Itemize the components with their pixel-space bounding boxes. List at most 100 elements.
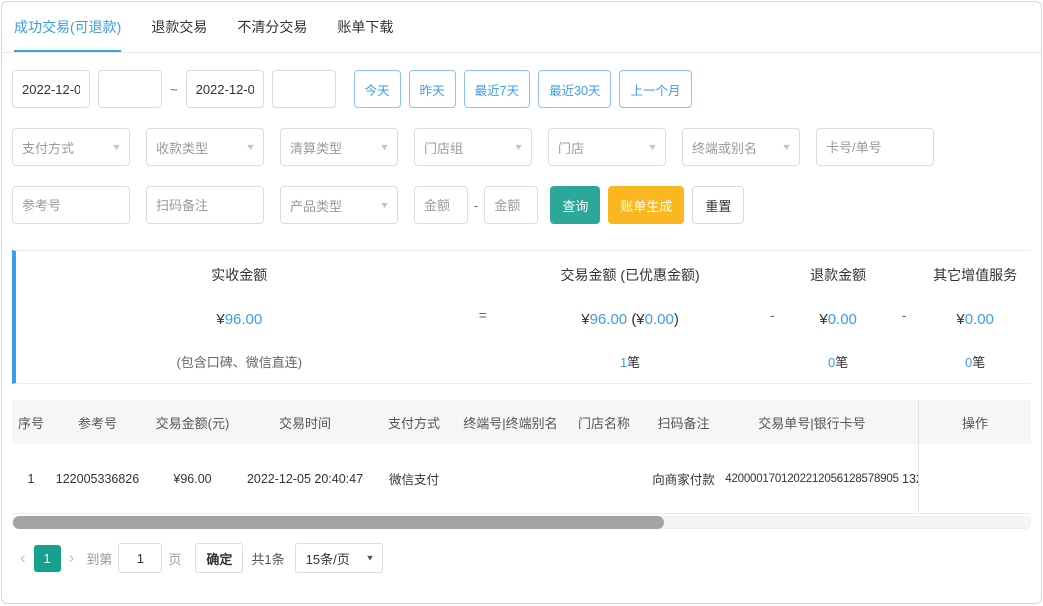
col-operation: 操作	[919, 400, 1031, 444]
chevron-left-icon[interactable]: ‹	[14, 548, 32, 568]
horizontal-scrollbar-track[interactable]	[12, 516, 1031, 529]
product-type-select[interactable]: 产品类型 ▼	[280, 186, 398, 224]
settlement-type-label: 清算类型	[290, 138, 342, 157]
table-row[interactable]: 1 122005336826 ¥96.00 2022-12-05 20:40:4…	[12, 444, 1031, 514]
start-date-input[interactable]	[12, 70, 90, 108]
reset-button[interactable]: 重置	[692, 186, 744, 224]
trade-amount-value: ¥96.00 (¥0.00)	[581, 311, 679, 328]
trade-count-unit: 笔	[627, 355, 640, 370]
store-label: 门店	[558, 138, 584, 157]
goto-page-label: 到第	[86, 549, 112, 568]
cell-reference: 122005336826	[50, 472, 145, 486]
trade-amount-label: 交易金额 (已优惠金额)	[560, 265, 699, 285]
transaction-query-page: 成功交易(可退款) 退款交易 不清分交易 账单下载 ~ 今天 昨天 最近7天 最…	[1, 1, 1042, 604]
discount-close: )	[674, 311, 679, 328]
receipt-type-label: 收款类型	[156, 138, 208, 157]
col-scan-note: 扫码备注	[645, 413, 722, 432]
cell-operation	[919, 444, 1031, 514]
tab-bar: 成功交易(可退款) 退款交易 不清分交易 账单下载	[2, 2, 1041, 53]
caret-down-icon: ▼	[365, 554, 375, 563]
tab-unsettled-transactions[interactable]: 不清分交易	[237, 17, 307, 52]
page-size-select[interactable]: 15条/页 ▼	[295, 543, 383, 573]
refund-amount-value: ¥0.00	[819, 311, 857, 328]
minus-sign: -	[889, 305, 919, 325]
receipt-type-select[interactable]: 收款类型 ▼	[146, 128, 264, 166]
col-store-name: 门店名称	[563, 413, 645, 432]
start-time-input[interactable]	[98, 70, 162, 108]
quick-last7days-button[interactable]: 最近7天	[464, 70, 530, 108]
transactions-table: 序号 参考号 交易金额(元) 交易时间 支付方式 终端号|终端别名 门店名称 扫…	[12, 400, 1031, 514]
chevron-right-icon[interactable]: ›	[63, 548, 81, 568]
tab-refund-transactions[interactable]: 退款交易	[151, 17, 207, 52]
trade-count: 1笔	[620, 352, 640, 371]
confirm-page-button[interactable]: 确定	[195, 543, 243, 573]
amount-min-input[interactable]	[414, 186, 468, 224]
quick-date-buttons: 今天 昨天 最近7天 最近30天 上一个月	[354, 70, 692, 108]
refund-count: 0笔	[828, 352, 848, 371]
other-services-number: 0.00	[965, 311, 994, 328]
equals-sign: =	[463, 305, 504, 325]
trade-amount-number: 96.00	[590, 311, 628, 328]
terminal-alias-select[interactable]: 终端或别名 ▼	[682, 128, 800, 166]
reference-number-input[interactable]	[12, 186, 130, 224]
current-page-button[interactable]: 1	[34, 545, 61, 572]
filter-row-dates: ~ 今天 昨天 最近7天 最近30天 上一个月	[12, 70, 1031, 108]
caret-down-icon: ▼	[245, 142, 256, 152]
discount-number: 0.00	[645, 311, 674, 328]
other-services-label: 其它增值服务	[933, 265, 1017, 285]
cell-transaction-no: 4200001701202212056128578905	[722, 473, 902, 485]
refund-amount-label: 退款金额	[810, 265, 866, 285]
payment-method-label: 支付方式	[22, 138, 74, 157]
discount-open: (¥	[631, 311, 644, 328]
goto-page-input[interactable]	[118, 543, 162, 573]
caret-down-icon: ▼	[781, 142, 792, 152]
currency-symbol: ¥	[581, 311, 589, 328]
amount-max-input[interactable]	[484, 186, 538, 224]
received-amount-number: 96.00	[225, 311, 263, 328]
col-index: 序号	[12, 413, 50, 432]
col-reference: 参考号	[50, 413, 145, 432]
end-date-input[interactable]	[186, 70, 264, 108]
store-group-label: 门店组	[424, 138, 463, 157]
query-button[interactable]: 查询	[550, 186, 600, 224]
store-group-select[interactable]: 门店组 ▼	[414, 128, 532, 166]
settlement-type-select[interactable]: 清算类型 ▼	[280, 128, 398, 166]
cell-scan-note: 向商家付款	[645, 469, 722, 488]
col-payment-method: 支付方式	[370, 413, 458, 432]
page-unit-label: 页	[168, 549, 181, 568]
quick-lastmonth-button[interactable]: 上一个月	[619, 70, 691, 108]
tab-success-transactions[interactable]: 成功交易(可退款)	[14, 17, 121, 52]
other-services-count: 0笔	[965, 352, 985, 371]
store-select[interactable]: 门店 ▼	[548, 128, 666, 166]
received-amount-note: (包含口碑、微信直连)	[176, 352, 302, 371]
minus-sign: -	[757, 305, 787, 325]
currency-symbol: ¥	[956, 311, 964, 328]
product-type-label: 产品类型	[290, 196, 342, 215]
date-range-separator: ~	[170, 82, 178, 97]
col-terminal: 终端号|终端别名	[458, 413, 563, 432]
quick-today-button[interactable]: 今天	[354, 70, 401, 108]
received-amount-value: ¥96.00	[216, 311, 262, 328]
quick-yesterday-button[interactable]: 昨天	[409, 70, 456, 108]
col-amount: 交易金额(元)	[145, 413, 240, 432]
payment-method-select[interactable]: 支付方式 ▼	[12, 128, 130, 166]
horizontal-scrollbar-thumb[interactable]	[13, 516, 664, 529]
total-count-label: 共1条	[251, 549, 284, 568]
summary-other: 其它增值服务 ¥0.00 0笔	[919, 265, 1031, 371]
amount-range-separator: -	[474, 198, 478, 213]
refund-amount-number: 0.00	[828, 311, 857, 328]
scan-note-input[interactable]	[146, 186, 264, 224]
terminal-alias-label: 终端或别名	[692, 138, 757, 157]
end-time-input[interactable]	[272, 70, 336, 108]
tab-bill-download[interactable]: 账单下载	[337, 17, 393, 52]
caret-down-icon: ▼	[647, 142, 658, 152]
filter-panel: ~ 今天 昨天 最近7天 最近30天 上一个月 支付方式 ▼ 收款类型 ▼ 清算…	[2, 53, 1041, 224]
other-count-unit: 笔	[972, 355, 985, 370]
card-number-input[interactable]	[816, 128, 934, 166]
quick-last30days-button[interactable]: 最近30天	[538, 70, 611, 108]
caret-down-icon: ▼	[379, 200, 390, 210]
bill-generate-button[interactable]: 账单生成	[608, 186, 684, 224]
operation-fixed-column: 操作	[918, 400, 1031, 514]
summary-trade: 交易金额 (已优惠金额) ¥96.00 (¥0.00) 1笔	[503, 265, 757, 371]
received-amount-label: 实收金额	[211, 265, 267, 285]
